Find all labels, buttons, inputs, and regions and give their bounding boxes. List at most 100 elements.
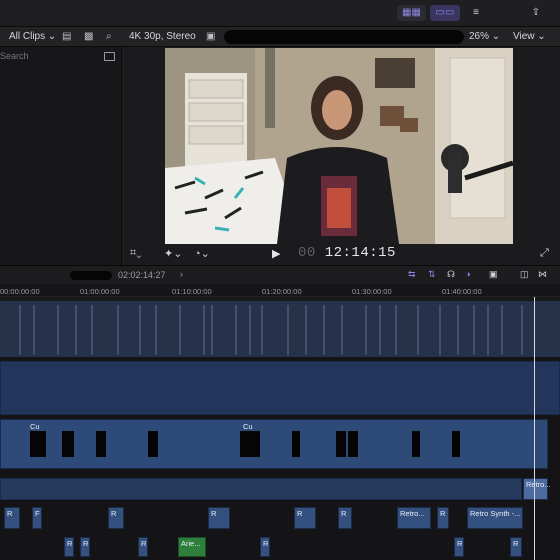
format-label: 4K 30p, Stereo: [129, 31, 196, 42]
clip-appearance-icon: ▦▦: [402, 7, 421, 18]
music-clip-right[interactable]: Retro...: [523, 478, 551, 500]
clip-appearance-button[interactable]: ▦▦: [397, 5, 426, 21]
chevron-down-icon: ⌄: [537, 31, 546, 42]
search-icon[interactable]: ⌕: [106, 31, 112, 42]
clip-gap: [292, 431, 300, 457]
primary-clip[interactable]: [0, 361, 560, 415]
view-label: View: [513, 31, 535, 42]
play-icon[interactable]: ▶: [272, 247, 280, 260]
audio-clip[interactable]: [0, 419, 548, 469]
clip-label-r: R: [457, 539, 463, 548]
clip-label-f: F: [35, 509, 40, 518]
clip-label-retro-synth: Retro Synth -...: [470, 509, 521, 518]
filmstrip-icon: ▭▭: [435, 7, 455, 18]
all-clips-label: All Clips: [9, 31, 46, 42]
bottom-clip[interactable]: R: [64, 537, 74, 557]
bottom-clip[interactable]: R: [454, 537, 464, 557]
audio-lane: Cu Cu: [0, 419, 560, 469]
retro-clip[interactable]: R: [108, 507, 124, 529]
clip-label-r: R: [297, 509, 303, 518]
playhead[interactable]: [534, 297, 535, 560]
retro-clip[interactable]: F: [32, 507, 42, 529]
clip-gap: [452, 431, 460, 457]
connected-clips-lane: [0, 297, 560, 357]
enhance-icon[interactable]: ✦⌄: [164, 247, 182, 260]
music-clip[interactable]: [0, 478, 522, 500]
timeline-ruler[interactable]: 00:00:00:00 01:00:00:00 01:10:00:00 01:2…: [0, 284, 560, 297]
clip-gap: [62, 431, 74, 457]
timeline[interactable]: Cu Cu Retro... R F R R R R Retro... R Re…: [0, 297, 560, 560]
video-image: [165, 48, 513, 244]
fullscreen-icon[interactable]: ⤢: [540, 247, 549, 260]
clip-label-r: R: [67, 539, 73, 548]
transform-icon[interactable]: ⌗⌄: [130, 247, 141, 260]
primary-storyline: [0, 361, 560, 415]
filmstrip-button[interactable]: ▭▭: [430, 5, 460, 21]
timeline-header: 02:02:14:27 › ⇆ ⇅ ☊ ◗ ▣ ◫ ⋈: [0, 265, 560, 284]
clip-label-r: R: [211, 509, 217, 518]
browser-pane: Search: [0, 47, 122, 265]
filmstrip-view-icon[interactable]: ▩: [84, 31, 93, 42]
clip-appearance-timeline-icon[interactable]: ▣: [489, 269, 498, 280]
skimming-icon[interactable]: ⇆: [408, 269, 416, 280]
clip-gap: [96, 431, 106, 457]
green-clip[interactable]: Arie...: [178, 537, 206, 557]
clip-gap: [348, 431, 358, 457]
trim-icon[interactable]: ⋈: [538, 269, 547, 280]
ruler-label: 01:20:00:00: [262, 287, 302, 296]
bottom-clip[interactable]: R: [510, 537, 522, 557]
clip-label-green: Arie...: [181, 539, 201, 548]
clip-label-r: R: [513, 539, 519, 548]
browser-viewer-bar: All Clips ⌄ ▤ ▩ ⌕ 4K 30p, Stereo ▣ 26% ⌄…: [0, 27, 560, 47]
music-lane: Retro...: [0, 475, 560, 503]
clip-label-r: R: [440, 509, 446, 518]
retro-clip[interactable]: R: [437, 507, 449, 529]
view-dropdown[interactable]: View ⌄: [513, 31, 546, 42]
viewer-timecode: 00 12:14:15: [298, 245, 396, 261]
clip-gap: [240, 431, 260, 457]
retro-clip[interactable]: R: [4, 507, 20, 529]
ruler-label: 01:00:00:00: [80, 287, 120, 296]
retro-synth-clip[interactable]: Retro Synth -...: [467, 507, 523, 529]
share-icon: ⇪: [531, 7, 541, 18]
clip-gap: [336, 431, 346, 457]
ruler-label: 01:10:00:00: [172, 287, 212, 296]
clip-gap: [412, 431, 420, 457]
retro-clip[interactable]: Retro...: [397, 507, 431, 529]
connected-clips-graphic: [0, 301, 560, 357]
speed-icon[interactable]: ◔⌄: [194, 247, 210, 260]
inspector-button[interactable]: ≡: [462, 5, 490, 21]
bottom-clip[interactable]: R: [260, 537, 270, 557]
list-view-icon[interactable]: ▤: [62, 31, 71, 42]
redacted-timeline-name: [70, 271, 112, 280]
retro-clip[interactable]: R: [338, 507, 352, 529]
ruler-label: 00:00:00:00: [0, 287, 40, 296]
viewer-controls: ⌗⌄ ✦⌄ ◔⌄ ▶ 00 12:14:15 ⤢: [122, 244, 560, 265]
zoom-dropdown[interactable]: 26% ⌄: [469, 31, 500, 42]
inspector-icon: ≡: [473, 7, 479, 18]
headphones-icon[interactable]: ☊: [447, 269, 455, 280]
viewer-pane: ⌗⌄ ✦⌄ ◔⌄ ▶ 00 12:14:15 ⤢: [122, 47, 560, 265]
retro-clip[interactable]: R: [208, 507, 230, 529]
clip-label-r: R: [7, 509, 13, 518]
clip-label-r: R: [83, 539, 89, 548]
share-button[interactable]: ⇪: [526, 5, 546, 21]
search-input[interactable]: Search: [0, 51, 96, 65]
audio-skimming-icon[interactable]: ⇅: [428, 269, 436, 280]
bottom-clip[interactable]: R: [80, 537, 90, 557]
clip-label-retro: Retro...: [400, 509, 425, 518]
ruler-label: 01:40:00:00: [442, 287, 482, 296]
zoom-label: 26%: [469, 31, 490, 42]
solo-icon[interactable]: ◗: [466, 269, 471, 279]
all-clips-dropdown[interactable]: All Clips ⌄: [9, 31, 56, 42]
top-toolbar: ▦▦ ▭▭ ≡ ⇪: [0, 0, 560, 27]
bottom-clip[interactable]: R: [138, 537, 148, 557]
filmstrip-toggle-icon[interactable]: [104, 52, 115, 61]
clip-label-r: R: [341, 509, 347, 518]
retro-clip[interactable]: R: [294, 507, 316, 529]
clip-label-cu: Cu: [30, 422, 40, 431]
bottom-lane: R R R Arie... R R R: [0, 537, 560, 557]
chevron-right-icon[interactable]: ›: [180, 269, 183, 279]
ruler-label: 01:30:00:00: [352, 287, 392, 296]
appearance-menu-icon[interactable]: ◫: [520, 269, 529, 280]
